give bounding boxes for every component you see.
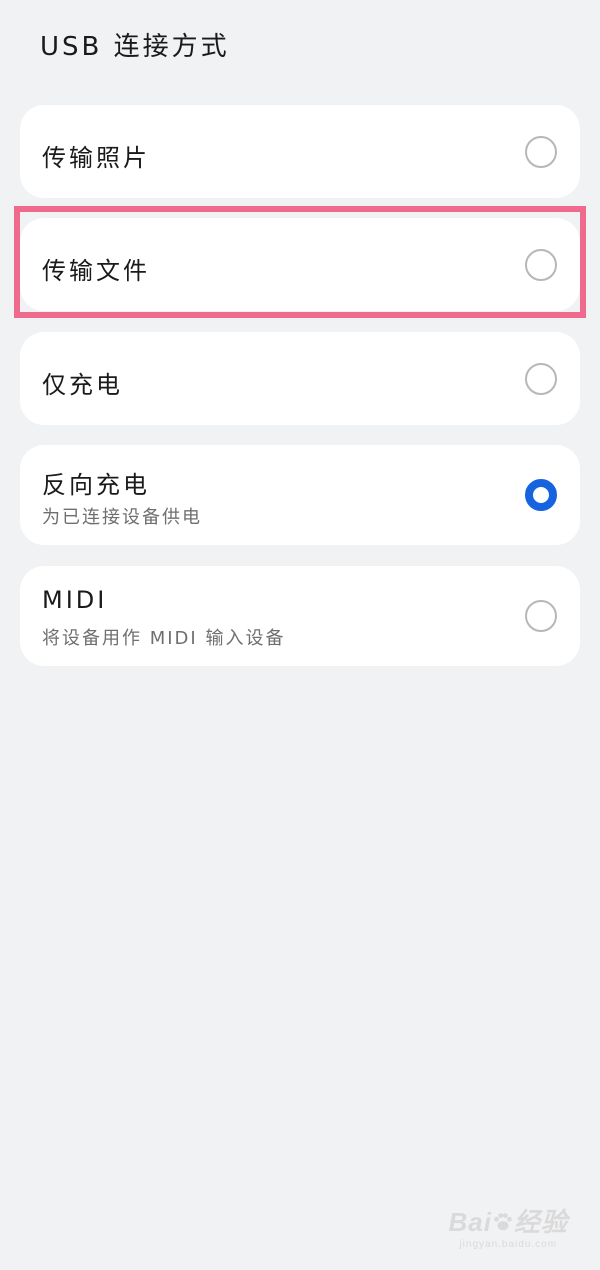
- option-description: 为已连接设备供电: [42, 507, 202, 528]
- radio-unselected-icon[interactable]: [525, 249, 557, 281]
- option-transfer-files[interactable]: 传输文件: [20, 218, 580, 311]
- option-label: 传输文件: [42, 257, 150, 285]
- paw-icon: [494, 1213, 512, 1231]
- page-title: USB 连接方式: [40, 32, 230, 62]
- option-label: 传输照片: [42, 144, 150, 172]
- watermark-brand: Bai: [448, 1207, 492, 1237]
- radio-unselected-icon[interactable]: [525, 136, 557, 168]
- option-label: MIDI: [42, 586, 108, 614]
- watermark-brand-suffix: 经验: [513, 1207, 568, 1237]
- baidu-jingyan-watermark: Bai 经验 jingyan.baidu.com: [449, 1202, 568, 1250]
- option-label: 反向充电: [42, 471, 150, 499]
- option-transfer-photos[interactable]: 传输照片: [20, 105, 580, 198]
- option-charge-only[interactable]: 仅充电: [20, 332, 580, 425]
- watermark-url: jingyan.baidu.com: [459, 1239, 558, 1250]
- radio-selected-icon[interactable]: [525, 479, 557, 511]
- option-reverse-charging[interactable]: 反向充电 为已连接设备供电: [20, 445, 580, 545]
- option-description: 将设备用作 MIDI 输入设备: [42, 628, 286, 649]
- radio-unselected-icon[interactable]: [525, 600, 557, 632]
- option-label: 仅充电: [42, 371, 123, 399]
- option-midi[interactable]: MIDI 将设备用作 MIDI 输入设备: [20, 566, 580, 666]
- usb-connection-screen: USB 连接方式 传输照片 传输文件 仅充电 反向充电 为已连接设备供电 MID…: [0, 0, 600, 1270]
- radio-unselected-icon[interactable]: [525, 363, 557, 395]
